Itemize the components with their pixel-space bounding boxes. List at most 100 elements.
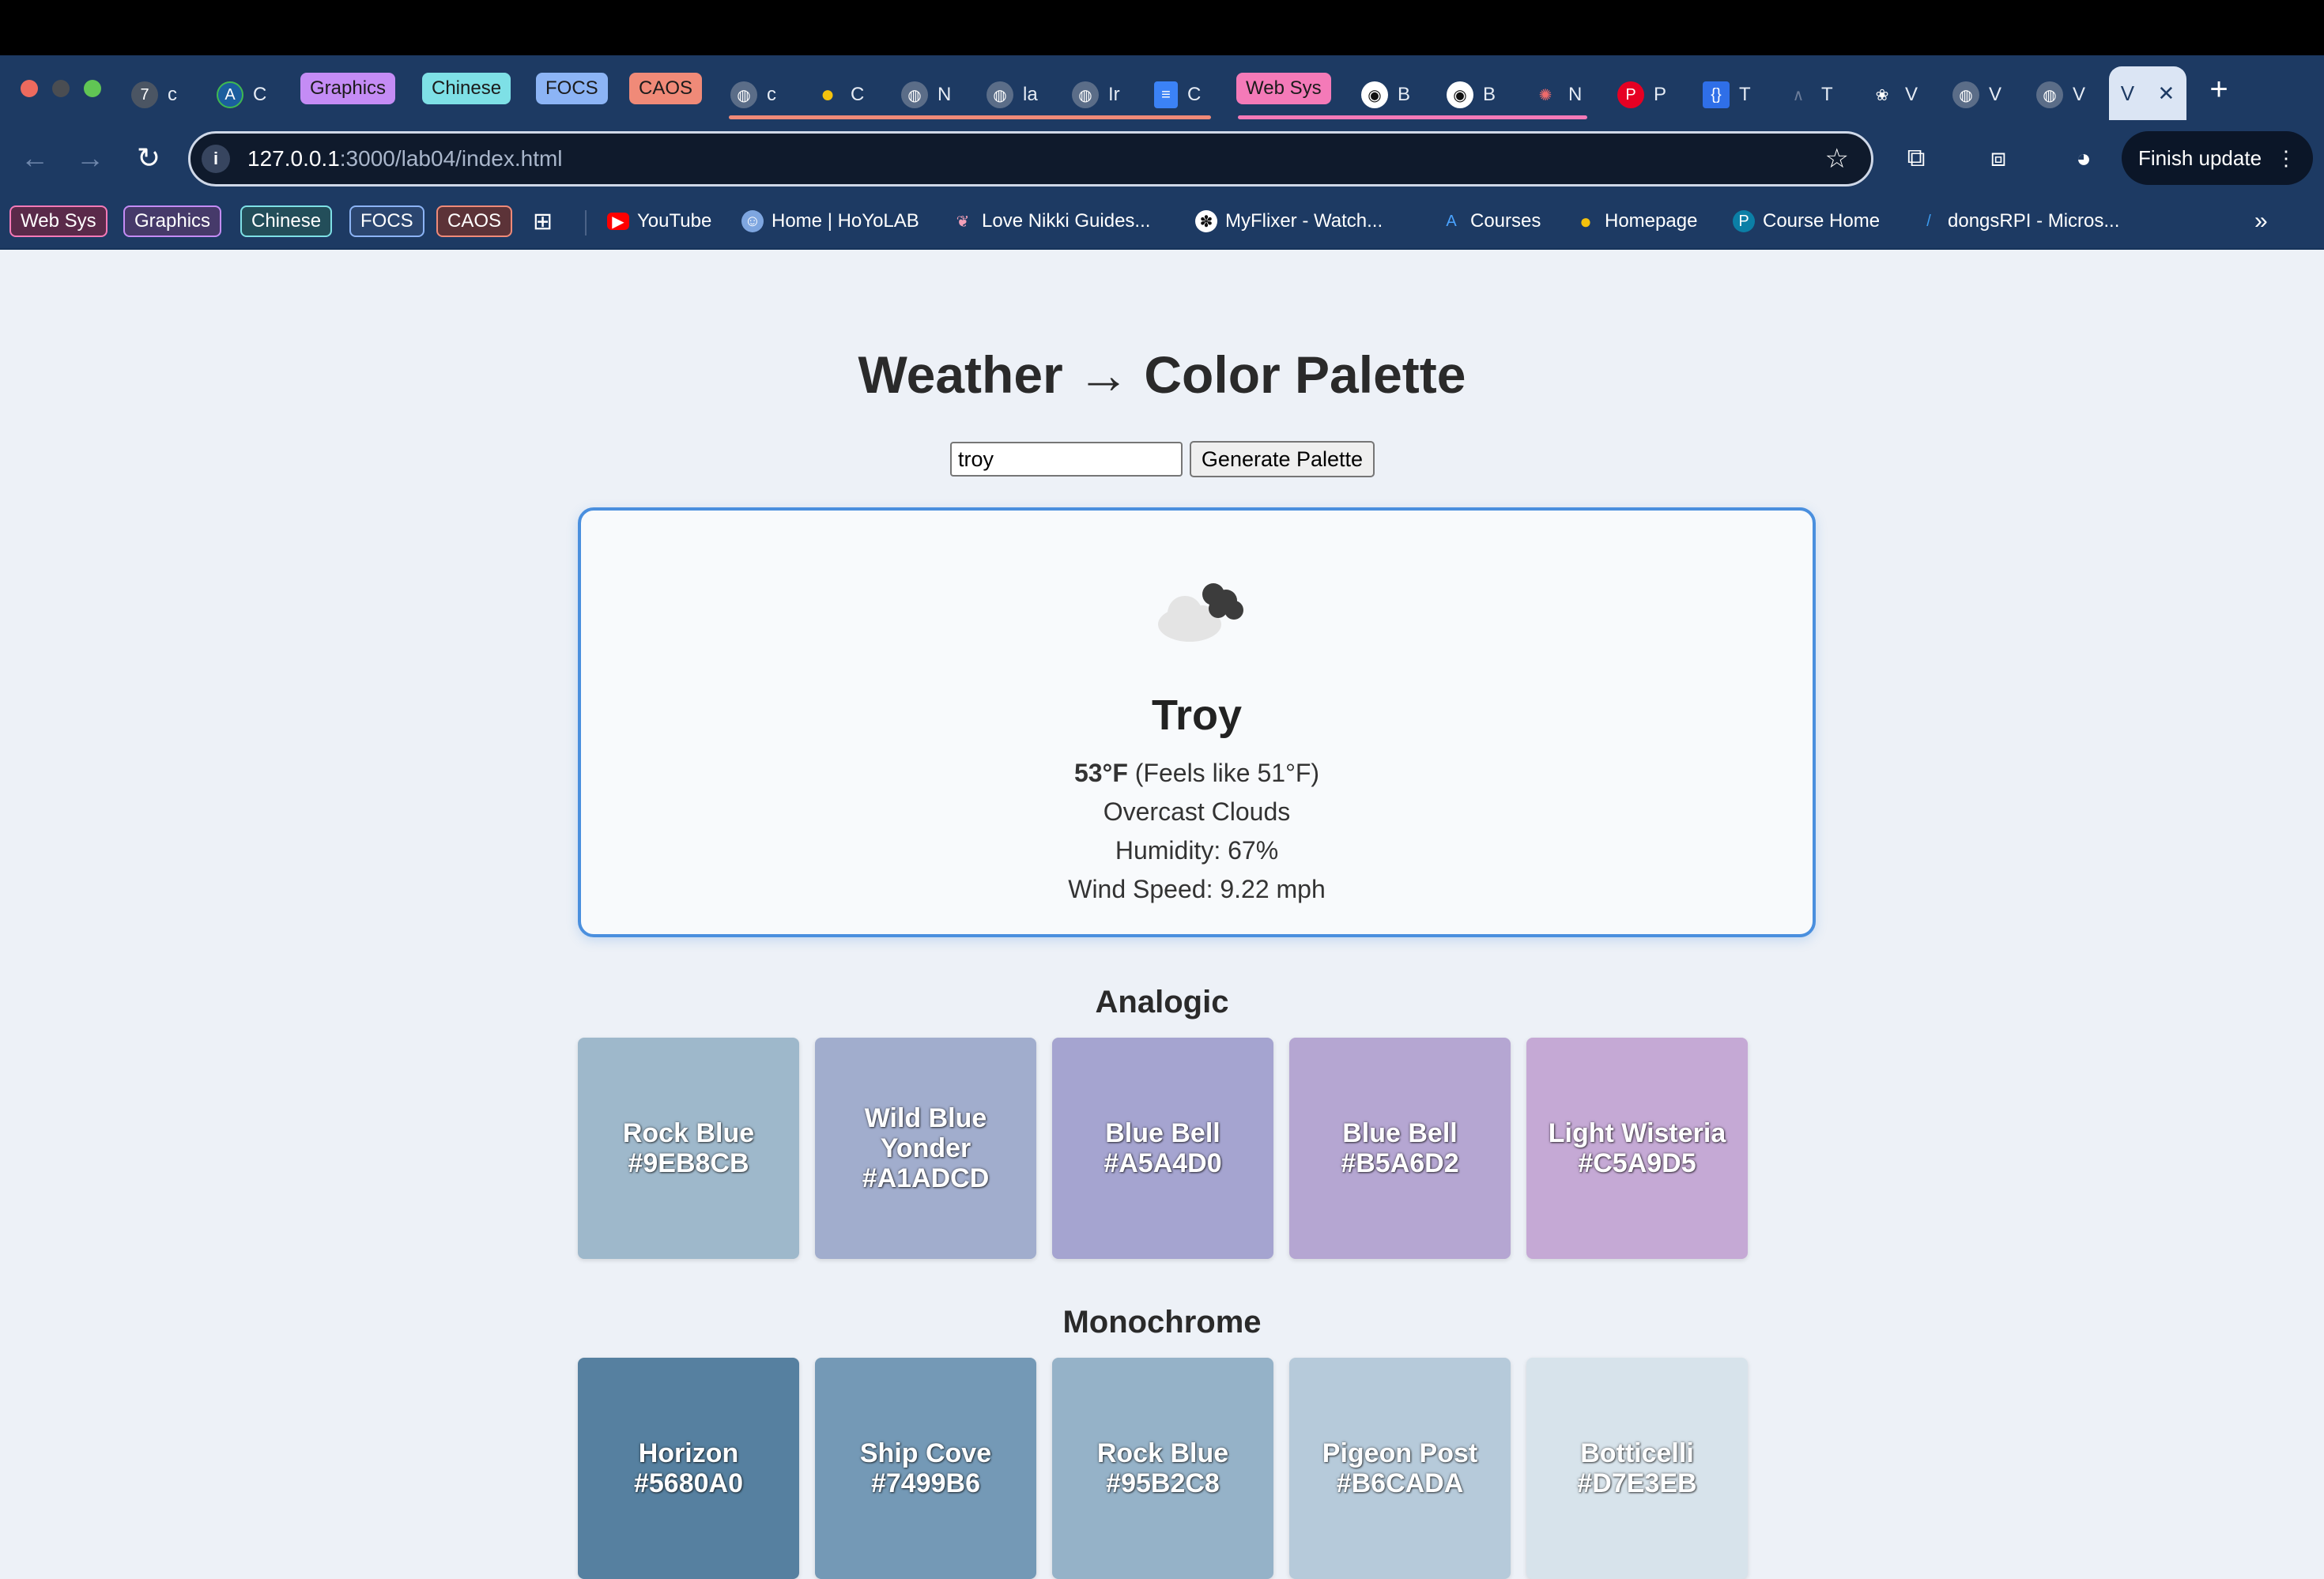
bookmark-group-graphics[interactable]: Graphics [123,205,222,237]
color-swatch[interactable]: Wild Blue Yonder #A1ADCD [815,1038,1036,1259]
bookmark-group-focs[interactable]: FOCS [349,205,424,237]
tab-group-focs[interactable]: FOCS [536,73,608,104]
tab[interactable]: ◉ B [1361,74,1410,115]
bookmark-group-chinese[interactable]: Chinese [240,205,333,237]
close-window-icon[interactable] [21,80,38,97]
swatch-hex: #B5A6D2 [1341,1148,1459,1178]
tab[interactable]: PP [1617,74,1666,115]
tab-group-caos[interactable]: CAOS [629,73,703,104]
back-button[interactable]: ← [13,136,57,180]
pinterest-icon: P [1617,81,1644,108]
nikki-icon: ❦ [956,213,970,231]
bookmark-youtube[interactable]: ▶ YouTube [607,207,711,236]
tab[interactable]: 7c [131,74,177,115]
color-swatch[interactable]: Blue Bell #B5A6D2 [1289,1038,1511,1259]
color-swatch[interactable]: Rock Blue #95B2C8 [1052,1358,1273,1579]
bookmark-myflixer[interactable]: ✽ MyFlixer - Watch... [1195,207,1383,236]
courses-icon: A [1446,212,1457,230]
tab[interactable]: ◉ B [1447,74,1496,115]
hoyolab-icon: ☺ [741,210,764,232]
bookmark-star-icon[interactable]: ☆ [1825,143,1849,175]
back-arrow-icon: ← [21,141,49,174]
more-menu-icon: ⋮ [2276,145,2297,170]
active-tab[interactable]: V ✕ [2109,66,2186,120]
bookmark-group-websys[interactable]: Web Sys [9,205,108,237]
swatch-hex: #B6CADA [1336,1468,1464,1498]
bookmark-hoyolab[interactable]: ☺ Home | HoYoLAB [741,207,919,236]
docs-icon: ≡ [1154,81,1178,108]
azure-icon: / [1926,212,1931,230]
tab[interactable]: ◍ la [987,74,1038,115]
color-swatch[interactable]: Botticelli #D7E3EB [1526,1358,1748,1579]
bookmark-homepage[interactable]: ● Homepage [1575,207,1697,236]
city-input[interactable] [950,442,1183,477]
site-info-icon[interactable]: i [202,145,230,173]
tab[interactable]: ◍ Ir [1072,74,1120,115]
maximize-window-icon[interactable] [84,80,101,97]
brackets-icon: {} [1703,81,1730,108]
address-bar[interactable]: i 127.0.0.1:3000/lab04/index.html ☆ [188,131,1873,187]
cast-search-icon[interactable]: ⧈ [1978,138,2019,179]
overcast-clouds-icon [1158,583,1243,642]
swatch-name: Blue Bell [1342,1118,1458,1148]
swatch-hex: #A5A4D0 [1104,1148,1222,1178]
apps-grid-icon[interactable]: ⊞ [533,207,553,236]
color-swatch[interactable]: Horizon #5680A0 [578,1358,799,1579]
temperature-line: 53°F (Feels like 51°F) [581,759,1813,788]
finish-update-button[interactable]: Finish update ⋮ [2122,131,2313,185]
color-swatch[interactable]: Light Wisteria #C5A9D5 [1526,1038,1748,1259]
color-swatch[interactable]: Pigeon Post #B6CADA [1289,1358,1511,1579]
bookmark-divider [585,210,587,236]
more-bookmarks-icon[interactable]: » [2254,207,2268,236]
tab[interactable]: ≡ C [1154,74,1201,115]
bookmark-course-home[interactable]: P Course Home [1733,207,1880,236]
color-swatch[interactable]: Rock Blue #9EB8CB [578,1038,799,1259]
bookmark-group-caos[interactable]: CAOS [436,205,513,237]
clock-app-icon: 7 [131,81,158,108]
palette-title-monochrome: Monochrome [1062,1305,1262,1340]
swatch-hex: #9EB8CB [628,1148,749,1178]
color-swatch[interactable]: Blue Bell #A5A4D0 [1052,1038,1273,1259]
tab[interactable]: ◍ N [901,74,951,115]
url-host: 127.0.0.1 [247,146,340,171]
tab[interactable]: AC [217,74,266,115]
swatch-name: Botticelli [1580,1438,1694,1468]
new-tab-button[interactable]: + [2199,70,2239,109]
tab-group-websys[interactable]: Web Sys [1236,73,1331,104]
reload-button[interactable]: ↻ [126,136,171,180]
page-title: Weather → Color Palette [858,345,1466,404]
url-path: :3000/lab04/index.html [339,146,563,171]
atom-icon: ✺ [1538,86,1552,104]
swatch-hex: #95B2C8 [1106,1468,1220,1498]
tab-group-chinese[interactable]: Chinese [422,73,511,104]
tab[interactable]: ◍ c [730,74,776,115]
tab[interactable]: ✺ N [1532,74,1583,115]
color-swatch[interactable]: Ship Cove #7499B6 [815,1358,1036,1579]
bookmark-love-nikki[interactable]: ❦ Love Nikki Guides... [952,207,1151,236]
close-tab-icon[interactable]: ✕ [2157,81,2175,106]
bookmark-courses[interactable]: A Courses [1440,207,1541,236]
extensions-icon[interactable]: ⧉ [1896,138,1937,179]
tab-group-underline [729,115,1211,119]
tab[interactable]: ❀ V [1869,74,1918,115]
tab[interactable]: ∧ T [1785,74,1833,115]
swatch-name: Light Wisteria [1548,1118,1726,1148]
tab[interactable]: ◍ V [1952,74,2001,115]
bookmarks-bar: Web Sys Graphics Chinese FOCS CAOS ⊞ ▶ Yo… [0,196,2324,250]
minimize-window-icon[interactable] [52,80,70,97]
tab-strip: 7c AC Graphics Chinese FOCS CAOS ◍ c ● C ◍… [0,55,2324,120]
profile-avatar-icon[interactable]: ◕ [2063,138,2104,179]
generate-palette-button[interactable]: Generate Palette [1190,441,1375,477]
tab[interactable]: ● C [814,74,864,115]
tab[interactable]: ◍ V [2036,74,2085,115]
swatch-name: Horizon [638,1438,739,1468]
wind-speed: Wind Speed: 9.22 mph [1068,875,1326,903]
forward-button[interactable]: → [68,136,112,180]
tab-group-graphics[interactable]: Graphics [300,73,396,104]
openai-icon: ❀ [1875,86,1889,104]
forward-arrow-icon: → [76,141,104,174]
tab[interactable]: {} T [1703,74,1751,115]
duck-icon: ● [1579,209,1592,233]
bookmark-dongsrpi[interactable]: / dongsRPI - Micros... [1918,207,2119,236]
globe-icon: ◍ [901,81,928,108]
